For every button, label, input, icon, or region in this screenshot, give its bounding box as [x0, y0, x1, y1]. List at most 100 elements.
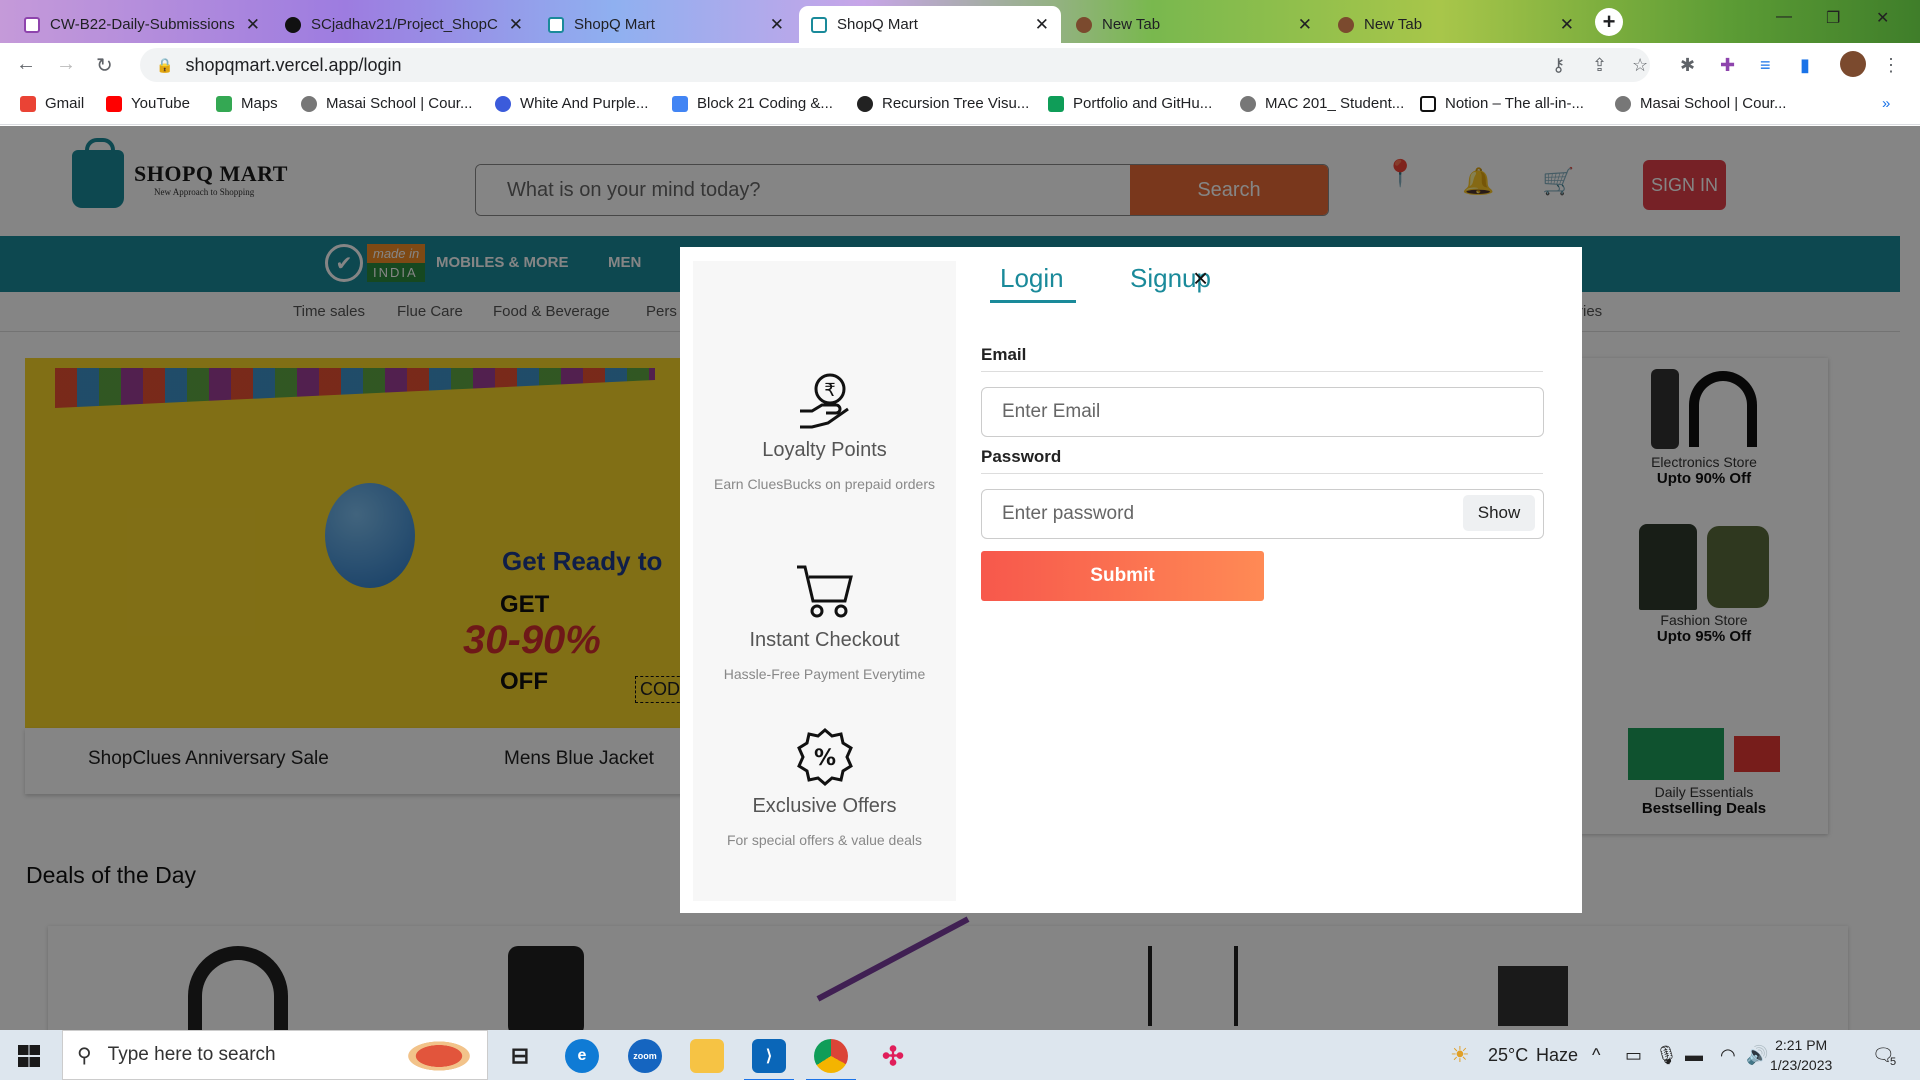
bookmark-label: MAC 201_ Student...: [1265, 95, 1405, 112]
feature-title: Loyalty Points: [762, 439, 887, 461]
back-icon[interactable]: ←: [16, 53, 36, 76]
canva-icon: [495, 95, 511, 112]
bookmark-portfolio[interactable]: Portfolio and GitHu...: [1048, 95, 1212, 112]
tab-title: New Tab: [1102, 16, 1161, 33]
profile-avatar[interactable]: [1840, 51, 1866, 77]
bookmark-recursion[interactable]: Recursion Tree Visu...: [857, 95, 1029, 112]
weather-desc[interactable]: Haze: [1536, 1045, 1578, 1066]
clock-time: 2:21 PM: [1775, 1037, 1828, 1053]
bookmark-gmail[interactable]: Gmail: [20, 95, 84, 112]
taskbar-search[interactable]: ⚲ Type here to search: [62, 1030, 488, 1080]
bookmark-label: White And Purple...: [520, 95, 649, 112]
shopq-favicon-icon: [811, 16, 827, 33]
feature-desc: For special offers & value deals: [726, 832, 923, 848]
task-view-icon[interactable]: ⊟: [503, 1039, 537, 1073]
slack-icon[interactable]: ✣: [876, 1039, 910, 1073]
bookmark-label: Recursion Tree Visu...: [882, 95, 1030, 112]
bookmark-block21[interactable]: Block 21 Coding &...: [672, 95, 833, 112]
close-tab-icon[interactable]: ✕: [246, 15, 260, 35]
feature-checkout: Instant Checkout Hassle-Free Payment Eve…: [693, 561, 956, 686]
share-icon[interactable]: ⇪: [1592, 55, 1607, 76]
volume-icon[interactable]: 🔊: [1746, 1045, 1768, 1066]
close-tab-icon[interactable]: ✕: [1298, 15, 1312, 35]
bookmark-label: Gmail: [45, 95, 85, 112]
submit-button[interactable]: Submit: [981, 551, 1264, 601]
close-tab-icon[interactable]: ✕: [1560, 15, 1574, 35]
bookmark-canva[interactable]: White And Purple...: [495, 95, 648, 112]
bookmark-label: Portfolio and GitHu...: [1073, 95, 1213, 112]
bookmark-label: Maps: [241, 95, 278, 112]
battery-icon[interactable]: ▬: [1685, 1045, 1703, 1066]
menu-kebab-icon[interactable]: ⋮: [1882, 55, 1900, 76]
minimize-icon[interactable]: —: [1776, 8, 1792, 26]
bookmark-notion[interactable]: Notion – The all-in-...: [1420, 95, 1584, 112]
chrome-icon[interactable]: [806, 1039, 856, 1080]
reload-icon[interactable]: ↻: [96, 53, 113, 78]
zoom-icon[interactable]: zoom: [628, 1039, 662, 1073]
lock-icon: 🔒: [156, 56, 174, 73]
browser-tab[interactable]: SCjadhav21/Project_ShopC ✕: [273, 6, 535, 43]
puzzle-icon[interactable]: ✚: [1720, 55, 1735, 76]
bookmark-mac201[interactable]: MAC 201_ Student...: [1240, 95, 1404, 112]
tab-title: ShopQ Mart: [574, 16, 655, 33]
browser-tab[interactable]: ShopQ Mart ✕: [536, 6, 796, 43]
benefits-panel: ₹ Loyalty Points Earn CluesBucks on prep…: [693, 261, 956, 901]
close-tab-icon[interactable]: ✕: [1035, 15, 1049, 35]
bookmark-label: Masai School | Cour...: [326, 95, 473, 112]
star-icon[interactable]: ☆: [1632, 55, 1648, 76]
vscode-icon[interactable]: ⟩: [744, 1039, 794, 1080]
bookmark-masai[interactable]: Masai School | Cour...: [1615, 95, 1786, 112]
browser-tab[interactable]: New Tab ✕: [1064, 6, 1324, 43]
login-modal: ₹ Loyalty Points Earn CluesBucks on prep…: [680, 247, 1582, 913]
notion-icon: [1420, 95, 1436, 112]
new-tab-button[interactable]: +: [1595, 8, 1623, 36]
tab-login[interactable]: Login: [990, 263, 1076, 303]
bookmark-masai[interactable]: Masai School | Cour...: [301, 95, 472, 112]
windows-start-icon[interactable]: [18, 1045, 40, 1067]
file-explorer-icon[interactable]: [690, 1039, 724, 1073]
key-icon[interactable]: ⚷: [1552, 55, 1565, 76]
profile-favicon-icon: [1338, 16, 1354, 33]
media-icon[interactable]: ≡: [1760, 55, 1771, 76]
meet-icon[interactable]: ▭: [1625, 1045, 1642, 1066]
masai-favicon-icon: [24, 16, 40, 33]
close-tab-icon[interactable]: ✕: [770, 15, 784, 35]
browser-tab[interactable]: New Tab ✕: [1326, 6, 1586, 43]
bookmark-maps[interactable]: Maps: [216, 95, 278, 112]
clock-date: 1/23/2023: [1770, 1057, 1833, 1073]
bookmarks-bar: Gmail YouTube Maps Masai School | Cour..…: [0, 87, 1920, 125]
bookmark-label: Notion – The all-in-...: [1445, 95, 1584, 112]
feature-title: Instant Checkout: [749, 629, 900, 651]
forward-icon[interactable]: →: [56, 53, 76, 76]
chevron-up-icon[interactable]: ^: [1592, 1045, 1600, 1066]
close-icon[interactable]: ×: [1193, 263, 1208, 294]
tab-title: ShopQ Mart: [837, 16, 918, 33]
show-password-button[interactable]: Show: [1463, 495, 1535, 531]
restore-icon[interactable]: ❐: [1826, 8, 1840, 28]
email-field[interactable]: [981, 387, 1544, 437]
browser-tab[interactable]: CW-B22-Daily-Submissions ✕: [12, 6, 272, 43]
address-bar-row: ← → ↻ 🔒 shopqmart.vercel.app/login ⚷ ⇪ ☆…: [0, 43, 1920, 87]
wifi-icon[interactable]: ◠: [1720, 1045, 1736, 1066]
password-field[interactable]: [981, 489, 1544, 539]
close-tab-icon[interactable]: ✕: [509, 15, 523, 35]
extension-icon[interactable]: ✱: [1680, 55, 1695, 76]
weather-temp[interactable]: 25°C: [1488, 1045, 1528, 1066]
feature-desc: Hassle-Free Payment Everytime: [723, 666, 926, 682]
weather-icon: ☀: [1450, 1042, 1470, 1067]
masai-icon: [1240, 95, 1256, 112]
youtube-icon: [106, 95, 122, 112]
microphone-icon[interactable]: 🎙: [1655, 1045, 1678, 1066]
url-omnibox[interactable]: 🔒 shopqmart.vercel.app/login: [140, 48, 1650, 82]
browser-tab-active[interactable]: ShopQ Mart ✕: [799, 6, 1061, 43]
tab-title: SCjadhav21/Project_ShopC: [311, 16, 498, 33]
close-window-icon[interactable]: ✕: [1876, 8, 1889, 28]
bookmark-label: Block 21 Coding &...: [697, 95, 833, 112]
bookmark-youtube[interactable]: YouTube: [106, 95, 190, 112]
edge-icon[interactable]: e: [565, 1039, 599, 1073]
more-bookmarks-icon[interactable]: »: [1882, 95, 1890, 112]
side-panel-icon[interactable]: ▮: [1800, 55, 1810, 76]
feature-desc: Earn CluesBucks on prepaid orders: [713, 476, 935, 492]
gmail-icon: [20, 95, 36, 112]
system-clock[interactable]: 2:21 PM 1/23/2023: [1770, 1035, 1832, 1075]
